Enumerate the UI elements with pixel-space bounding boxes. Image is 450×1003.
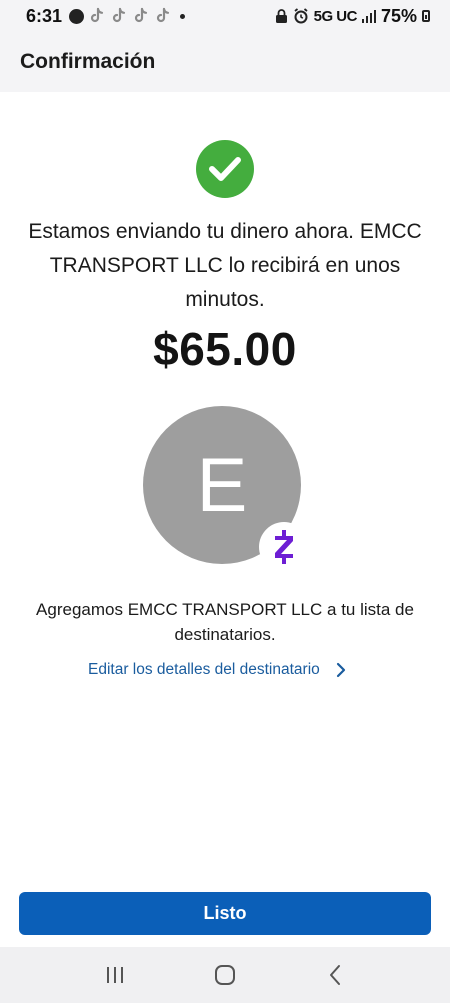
- messenger-icon: [69, 8, 85, 24]
- edit-recipient-label: Editar los detalles del destinatario: [88, 661, 320, 678]
- battery-icon: [422, 10, 430, 22]
- signal-icon: [361, 9, 376, 23]
- avatar-initial: E: [196, 442, 248, 528]
- home-icon: [215, 965, 235, 985]
- zelle-icon: [259, 522, 309, 572]
- alarm-icon: [293, 8, 309, 24]
- confirmation-message: Estamos enviando tu dinero ahora. EMCC T…: [28, 220, 422, 311]
- home-button[interactable]: [200, 955, 250, 995]
- tiktok-icon: [110, 7, 128, 25]
- network-label: 5G UC: [313, 7, 358, 25]
- back-button[interactable]: [310, 955, 360, 995]
- payment-amount: $65.00: [153, 323, 297, 375]
- done-button[interactable]: Listo: [19, 892, 431, 935]
- edit-recipient-link[interactable]: Editar los detalles del destinatario: [88, 658, 346, 682]
- status-time: 6:31: [26, 5, 63, 26]
- battery-percent: 75%: [380, 5, 417, 26]
- chevron-right-icon: [336, 662, 345, 678]
- checkmark-icon: [209, 157, 241, 181]
- notification-dot-icon: [180, 13, 186, 19]
- status-left: 6:31: [26, 5, 186, 27]
- tiktok-icon: [132, 7, 150, 25]
- zelle-logo-icon: [275, 530, 293, 564]
- recents-button[interactable]: [90, 955, 140, 995]
- check-circle-icon: [196, 140, 254, 198]
- recents-icon: [107, 967, 123, 983]
- status-right: 5G UC 75%: [275, 6, 430, 27]
- status-bar: 6:31 5G UC 75%: [0, 0, 450, 32]
- system-nav-bar: [0, 947, 450, 1003]
- app-header: Confirmación: [0, 32, 450, 92]
- tiktok-icon: [154, 7, 172, 25]
- tiktok-icon: [88, 7, 106, 25]
- page-title: Confirmación: [20, 50, 156, 73]
- recipient-added-text: Agregamos EMCC TRANSPORT LLC a tu lista …: [36, 600, 414, 644]
- back-icon: [330, 965, 340, 985]
- lock-icon: [275, 8, 288, 24]
